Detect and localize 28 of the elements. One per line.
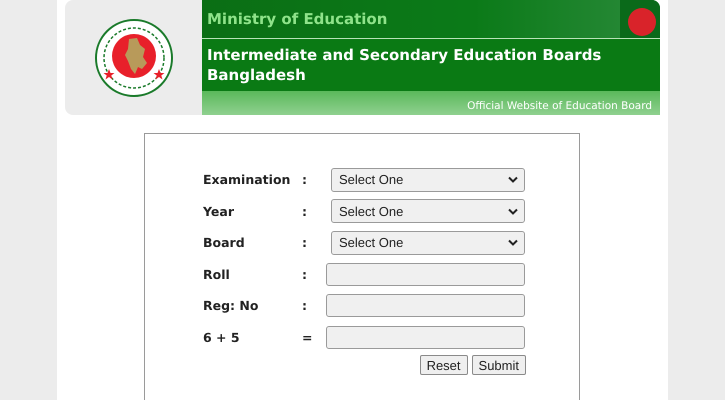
chevron-icon xyxy=(508,208,518,215)
separator: : xyxy=(301,298,307,314)
field-label: Reg: No xyxy=(203,298,260,314)
emblem-icon xyxy=(94,18,172,96)
separator: : xyxy=(301,266,307,282)
chevron-icon xyxy=(508,176,518,184)
separator: : xyxy=(301,235,307,250)
field-label: Year xyxy=(203,204,235,219)
form-button[interactable]: Submit xyxy=(472,355,526,375)
select-dropdown[interactable]: Select One xyxy=(331,199,525,224)
field-label: Examination xyxy=(203,172,292,188)
tagline: Official Website of Education Board xyxy=(467,100,652,112)
site-title: Intermediate and Secondary Education Boards Bangladesh xyxy=(207,45,602,85)
flag-icon xyxy=(620,0,660,38)
chevron-icon xyxy=(508,239,518,246)
field-label: Board xyxy=(203,235,246,250)
form-button[interactable]: Reset xyxy=(420,355,468,375)
separator: : xyxy=(301,204,307,219)
input-field[interactable] xyxy=(326,326,525,349)
input-field[interactable] xyxy=(326,294,525,318)
select-dropdown[interactable]: Select One xyxy=(331,168,525,192)
separator: = xyxy=(301,330,312,345)
separator: : xyxy=(301,172,307,188)
select-dropdown[interactable]: Select One xyxy=(331,230,525,255)
input-field[interactable] xyxy=(326,262,525,286)
field-label: Roll xyxy=(203,266,231,282)
field-label: 6 + 5 xyxy=(203,330,241,345)
ministry-title: Ministry of Education xyxy=(207,10,388,28)
